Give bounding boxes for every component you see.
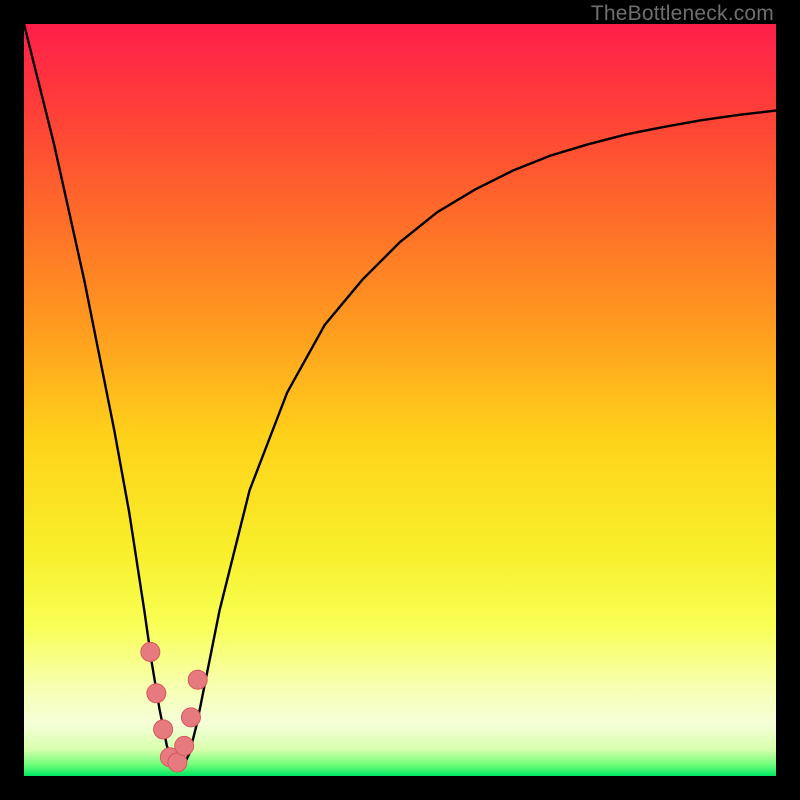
marker-dot xyxy=(175,736,194,755)
marker-dot xyxy=(154,720,173,739)
chart-canvas xyxy=(24,24,776,776)
chart-frame xyxy=(24,24,776,776)
marker-dot xyxy=(188,670,207,689)
marker-dot xyxy=(141,642,160,661)
marker-dot xyxy=(147,684,166,703)
marker-dot xyxy=(181,708,200,727)
watermark: TheBottleneck.com xyxy=(591,2,774,26)
gradient-background xyxy=(24,24,776,776)
